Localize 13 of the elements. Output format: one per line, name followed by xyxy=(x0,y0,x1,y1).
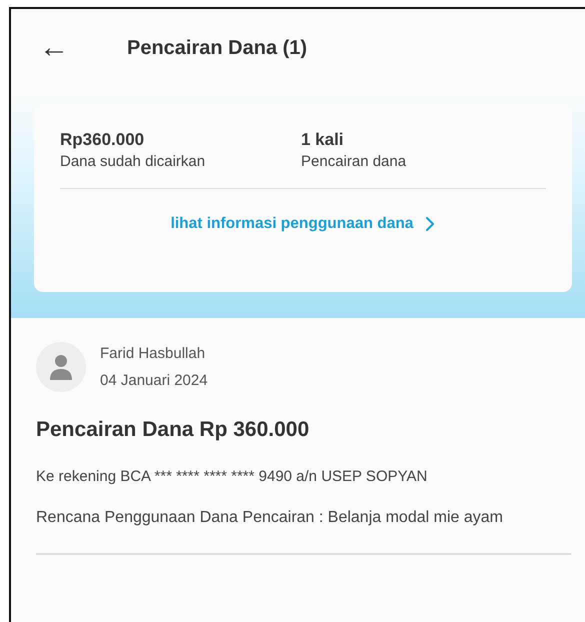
entry-heading: Pencairan Dana Rp 360.000 xyxy=(36,418,310,442)
entry-date: 04 Januari 2024 xyxy=(100,372,208,389)
page-title: Pencairan Dana (1) xyxy=(127,36,308,60)
stat-value: Rp360.000 xyxy=(60,130,146,150)
back-arrow-icon[interactable]: ← xyxy=(39,33,71,63)
stat-label: Pencairan dana xyxy=(301,153,408,170)
account-text: Ke rekening BCA *** **** **** **** 9490 a/n USEP SOPYAN xyxy=(36,468,428,485)
avatar-icon xyxy=(36,342,86,392)
stat-value: 1 kali xyxy=(301,130,345,150)
stat-label: Dana sudah dicairkan xyxy=(60,153,206,170)
user-name: Farid Hasbullah xyxy=(100,345,206,362)
plan-text: Rencana Penggunaan Dana Pencairan : Belanja modal mie ayam xyxy=(36,508,504,528)
chevron-right-icon xyxy=(425,216,436,232)
